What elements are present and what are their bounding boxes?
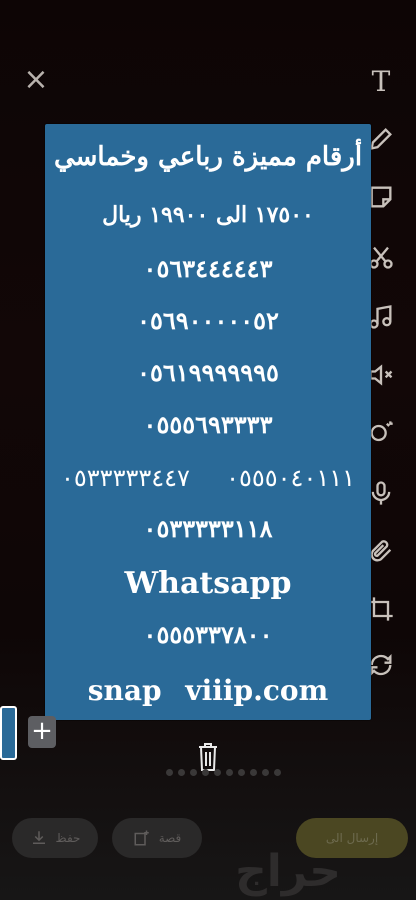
save-button[interactable]: حفظ bbox=[12, 818, 98, 858]
story-icon bbox=[134, 830, 149, 846]
phone-number: ٠٥٦٣٤٤٤٤٤٣ bbox=[143, 254, 273, 283]
phone-number: ٠٥٥٥٠٤٠١١١ bbox=[226, 464, 355, 492]
story-label: قصة bbox=[158, 831, 182, 845]
card-title: أرقام مميزة رباعي وخماسي bbox=[53, 142, 363, 172]
phone-number: ٠٥٦٩٠٠٠٠٠٥٢ bbox=[137, 306, 279, 335]
snap-line: snap viiip.com bbox=[87, 674, 329, 707]
price-range: ١٧٥٠٠ الى ١٩٩٠٠ ريال bbox=[102, 202, 314, 228]
page-indicator bbox=[166, 769, 281, 776]
phone-number: ٠٥٣٣٣٣٣٤٤٧ bbox=[61, 464, 190, 492]
story-button[interactable]: قصة bbox=[112, 818, 202, 858]
haraj-logo-watermark: حراج bbox=[235, 846, 341, 897]
trash-icon[interactable] bbox=[196, 740, 220, 772]
ad-card: أرقام مميزة رباعي وخماسي ١٧٥٠٠ الى ١٩٩٠٠… bbox=[45, 124, 371, 720]
phone-number-row: ٠٥٣٣٣٣٣٤٤٧ ٠٥٥٥٠٤٠١١١ bbox=[45, 464, 371, 492]
send-label: إرسال الى bbox=[325, 831, 379, 845]
phone-number: ٠٥٣٣٣٣٣١١٨ bbox=[143, 514, 273, 543]
close-icon[interactable]: × bbox=[22, 65, 50, 95]
text-icon[interactable]: T bbox=[364, 64, 398, 98]
whatsapp-label: Whatsapp bbox=[124, 566, 292, 601]
phone-number: ٠٥٥٥٦٩٣٣٣٣ bbox=[143, 410, 273, 439]
phone-number: ٠٥٦١٩٩٩٩٩٩٥ bbox=[137, 358, 279, 387]
add-slide-button[interactable]: + bbox=[28, 716, 56, 748]
slide-thumbnail[interactable] bbox=[0, 706, 17, 760]
save-label: حفظ bbox=[55, 831, 81, 845]
whatsapp-number: ٠٥٥٥٣٣٧٨٠٠ bbox=[143, 620, 273, 649]
download-icon bbox=[32, 831, 45, 844]
